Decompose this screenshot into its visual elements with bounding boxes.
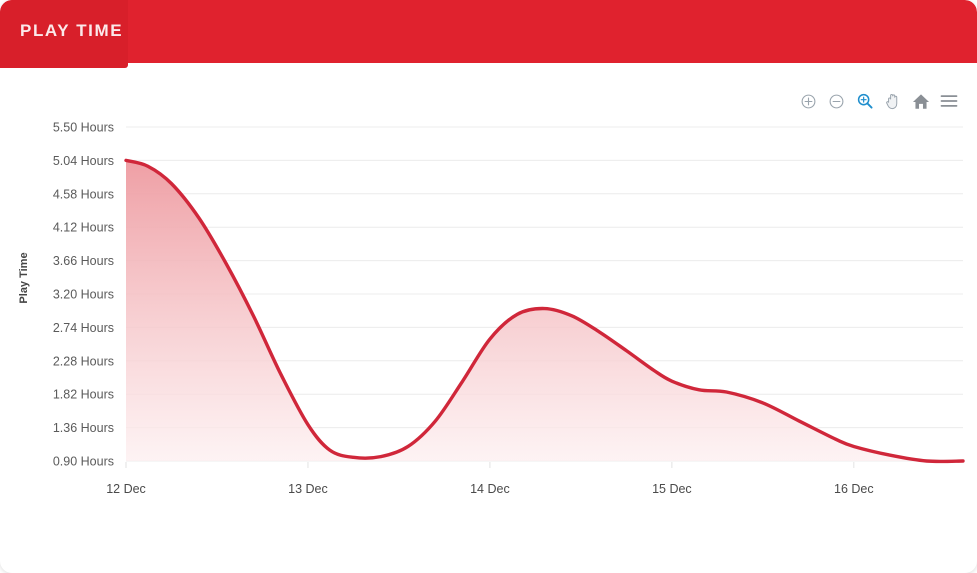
y-axis-tick-label: 2.28 Hours	[53, 354, 114, 368]
x-axis-tick-label: 12 Dec	[106, 482, 146, 496]
x-axis-tick-label: 16 Dec	[834, 482, 874, 496]
y-axis-tick-label: 5.04 Hours	[53, 154, 114, 168]
y-axis-tick-label: 5.50 Hours	[53, 121, 114, 135]
y-axis-tick-label: 3.20 Hours	[53, 288, 114, 302]
y-axis-tick-label: 4.58 Hours	[53, 187, 114, 201]
card-header-bar: PLAY TIME	[0, 0, 977, 68]
y-axis-tick-label: 1.36 Hours	[53, 421, 114, 435]
play-time-area-chart[interactable]: 5.50 Hours 5.04 Hours 4.58 Hours 4.12 Hours…	[0, 63, 977, 573]
x-axis-tick-marks	[125, 462, 855, 468]
y-axis-tick-labels: 5.50 Hours 5.04 Hours 4.58 Hours 4.12 Hours…	[53, 121, 114, 469]
x-axis-tick-label: 13 Dec	[288, 482, 328, 496]
y-axis-tick-label: 1.82 Hours	[53, 388, 114, 402]
play-time-chart-card: PLAY TIME 5.50 Hours 5.04 Hours 4.58 Hou…	[0, 0, 977, 573]
y-axis-tick-label: 0.90 Hours	[53, 455, 114, 469]
y-axis-tick-label: 4.12 Hours	[53, 221, 114, 235]
x-axis-tick-label: 14 Dec	[470, 482, 510, 496]
y-axis-label: Play Time	[18, 252, 30, 303]
x-axis-tick-labels: 12 Dec 13 Dec 14 Dec 15 Dec 16 Dec	[106, 482, 873, 496]
y-axis-tick-label: 3.66 Hours	[53, 254, 114, 268]
y-axis-tick-label: 2.74 Hours	[53, 321, 114, 335]
page-title: PLAY TIME	[20, 21, 124, 40]
chart-plot-area[interactable]: 5.50 Hours 5.04 Hours 4.58 Hours 4.12 Hours…	[0, 63, 977, 573]
x-axis-tick-label: 15 Dec	[652, 482, 692, 496]
